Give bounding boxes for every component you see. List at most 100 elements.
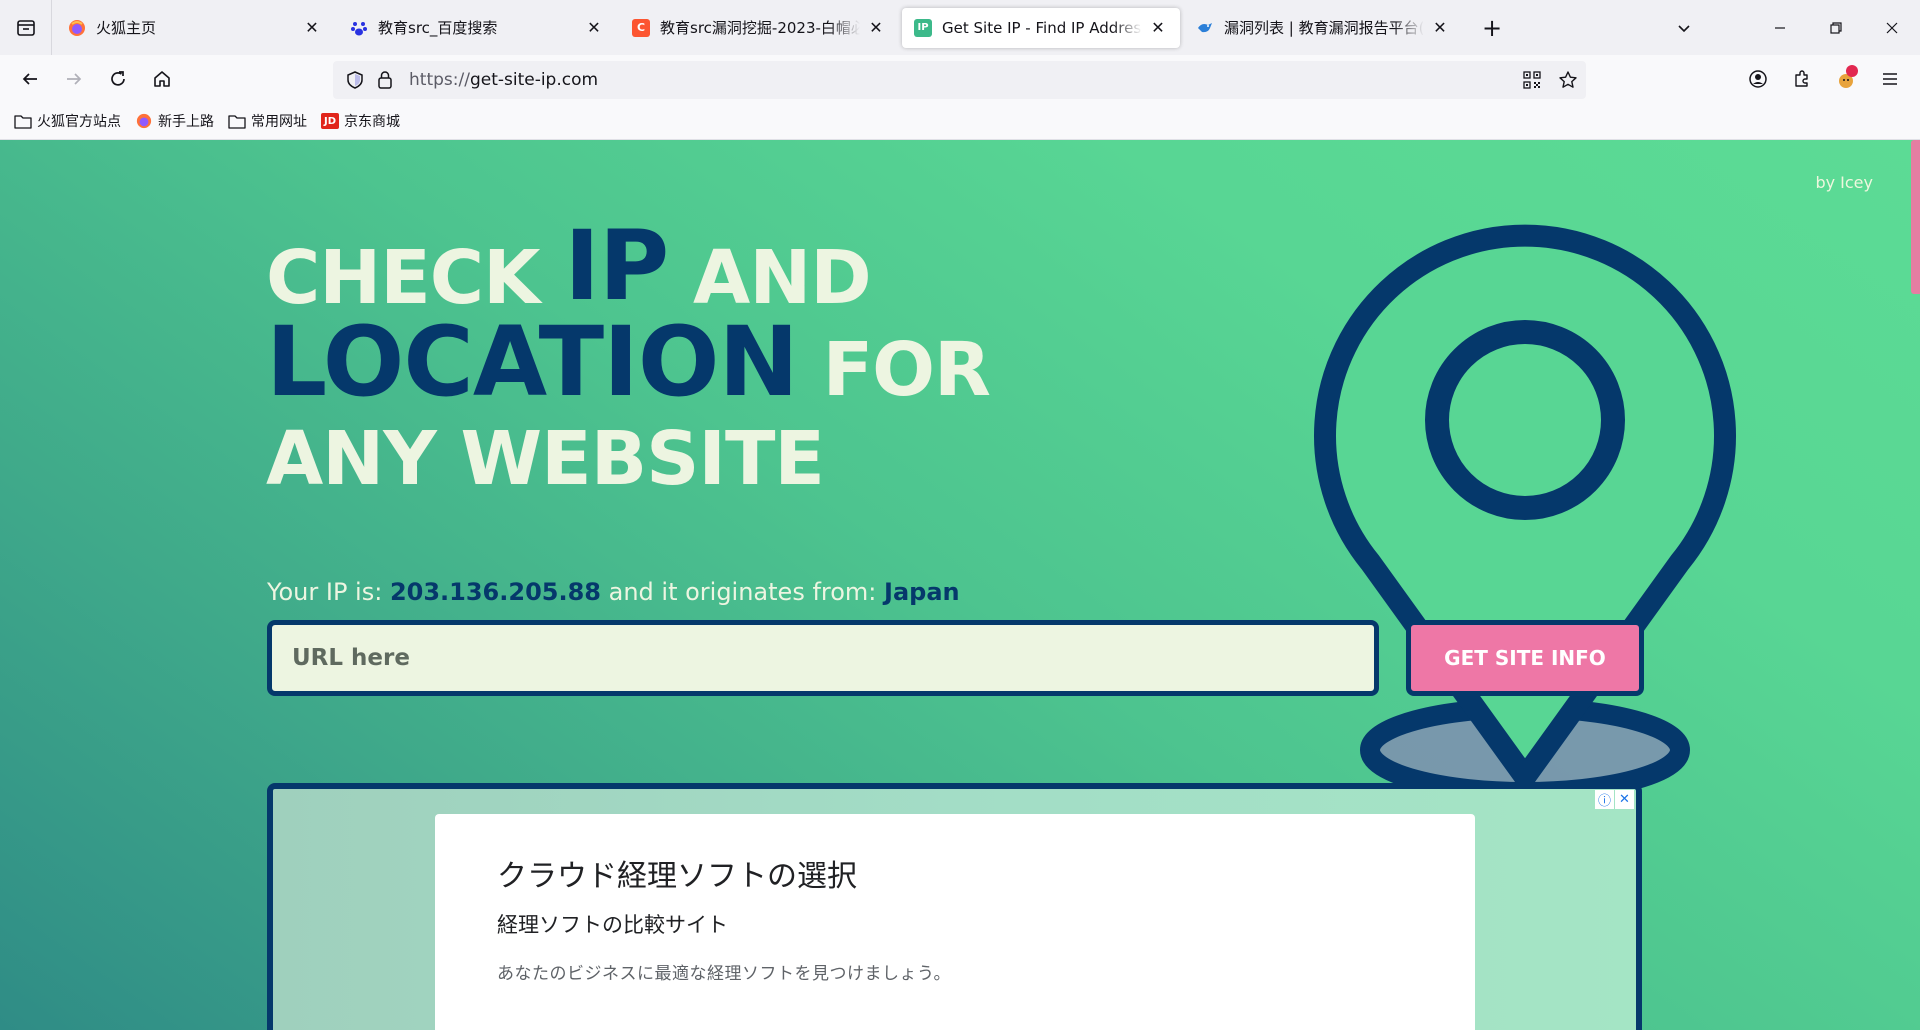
- url-host: get-site-ip.com: [469, 70, 599, 90]
- map-pin-icon: [1314, 224, 1736, 802]
- tab-get-site-ip[interactable]: IP Get Site IP - Find IP Address and Loc…: [902, 7, 1180, 48]
- bookmark-label: 京东商城: [344, 114, 400, 130]
- ip-icon: IP: [914, 18, 932, 37]
- tab-baidu-search[interactable]: 教育src_百度搜索 ✕: [338, 8, 616, 48]
- notification-badge: [1846, 65, 1858, 77]
- tab-title: Get Site IP - Find IP Address and Locati…: [942, 18, 1142, 37]
- hamburger-menu-icon: [1883, 73, 1897, 85]
- tab-title: 漏洞列表 | 教育漏洞报告平台(EDUSRC): [1224, 19, 1424, 37]
- account-icon: [1749, 70, 1767, 88]
- tab-close-icon[interactable]: ✕: [1430, 18, 1450, 37]
- page-content: by Icey CHECK IP AND LOCATION FOR ANY WE…: [0, 140, 1920, 1030]
- qr-code-icon: [1523, 71, 1541, 89]
- your-ip-label: Your IP is:: [267, 578, 390, 606]
- chevron-down-icon: [1678, 24, 1690, 32]
- close-icon: [1886, 22, 1898, 33]
- your-ip-line: Your IP is: 203.136.205.88 and it origin…: [267, 578, 960, 606]
- scrollbar-thumb[interactable]: [1911, 140, 1920, 294]
- ad-info-icon[interactable]: ⓘ: [1595, 790, 1614, 809]
- address-bar[interactable]: https://get-site-ip.com: [333, 61, 1586, 99]
- reload-button[interactable]: [96, 61, 140, 97]
- edusrc-icon: [1196, 19, 1214, 37]
- ad-description: あなたのビジネスに最適な経理ソフトを見つけましょう。: [497, 964, 951, 984]
- url-input[interactable]: [267, 620, 1379, 696]
- minimize-button[interactable]: [1752, 0, 1808, 55]
- qr-code-button[interactable]: [1514, 62, 1550, 98]
- headline-line-1: CHECK IP AND: [266, 210, 990, 315]
- restore-icon: [1830, 21, 1842, 34]
- shield-icon[interactable]: [343, 68, 367, 92]
- headline-for: FOR: [797, 327, 991, 413]
- tab-close-icon[interactable]: ✕: [866, 18, 886, 37]
- bookmark-label: 新手上路: [158, 114, 214, 130]
- list-all-tabs-button[interactable]: [1656, 0, 1712, 55]
- app-menu-button[interactable]: [1868, 59, 1912, 99]
- navigation-toolbar: https://get-site-ip.com: [0, 55, 1920, 103]
- tab-close-icon[interactable]: ✕: [1148, 18, 1168, 37]
- ip-value: 203.136.205.88: [389, 578, 601, 606]
- home-button[interactable]: [140, 61, 184, 97]
- tab-csdn-article[interactable]: C 教育src漏洞挖掘-2023-白帽必挖 ✕: [620, 8, 898, 48]
- ad-card[interactable]: クラウド経理ソフトの選択 経理ソフトの比較サイト あなたのビジネスに最適な経理ソ…: [435, 814, 1475, 1030]
- headline: CHECK IP AND LOCATION FOR ANY WEBSITE: [266, 210, 991, 522]
- ad-container: クラウド経理ソフトの選択 経理ソフトの比較サイト あなたのビジネスに最適な経理ソ…: [267, 783, 1642, 1030]
- bookmark-getting-started[interactable]: 新手上路: [135, 111, 214, 131]
- headline-location: LOCATION: [266, 306, 799, 418]
- country-value: Japan: [884, 578, 960, 606]
- minimize-icon: [1775, 26, 1785, 29]
- reload-icon: [111, 71, 125, 86]
- tab-edusrc[interactable]: 漏洞列表 | 教育漏洞报告平台(EDUSRC) ✕: [1184, 8, 1462, 48]
- arrow-right-icon: [67, 73, 82, 85]
- get-site-info-button[interactable]: GET SITE INFO: [1406, 620, 1644, 696]
- bookmark-star-button[interactable]: [1550, 62, 1586, 98]
- firefox-icon: [135, 113, 153, 129]
- ad-close-icon[interactable]: ✕: [1615, 790, 1634, 809]
- jd-icon: JD: [321, 113, 339, 129]
- back-button[interactable]: [8, 61, 52, 97]
- home-icon: [154, 71, 170, 87]
- firefox-icon: [68, 19, 86, 37]
- puzzle-icon: [1795, 70, 1808, 87]
- ad-title[interactable]: クラウド経理ソフトの選択: [497, 851, 1413, 895]
- tab-close-icon[interactable]: ✕: [302, 18, 322, 37]
- arrow-left-icon: [22, 73, 37, 85]
- firefox-view-icon: [16, 19, 35, 36]
- new-tab-button[interactable]: +: [1472, 8, 1512, 48]
- bookmarks-toolbar: 火狐官方站点 新手上路 常用网址 JD 京东商城: [0, 103, 1920, 140]
- originates-label: and it originates from:: [600, 578, 885, 606]
- lock-icon[interactable]: [375, 68, 395, 92]
- tab-strip: 火狐主页 ✕ 教育src_百度搜索 ✕ C 教育src漏洞挖掘-2023-白帽必…: [0, 0, 1920, 55]
- folder-icon: [228, 113, 246, 129]
- headline-line-3: ANY WEBSITE: [266, 416, 825, 502]
- tab-title: 火狐主页: [96, 19, 157, 37]
- bookmark-common-sites[interactable]: 常用网址: [228, 111, 307, 131]
- tab-close-icon[interactable]: ✕: [584, 18, 604, 37]
- restore-button[interactable]: [1808, 0, 1864, 55]
- headline-line-2: LOCATION FOR: [266, 314, 991, 418]
- author-credit: by Icey: [1815, 173, 1873, 192]
- url-scheme: https://: [409, 70, 470, 90]
- forward-button[interactable]: [52, 61, 96, 97]
- extension-button[interactable]: [1824, 59, 1868, 99]
- ad-subtitle: 経理ソフトの比較サイト: [497, 913, 728, 937]
- bookmark-label: 常用网址: [251, 114, 307, 130]
- account-button[interactable]: [1736, 59, 1780, 99]
- bookmark-label: 火狐官方站点: [37, 114, 121, 130]
- star-icon: [1559, 71, 1577, 88]
- url-text[interactable]: https://get-site-ip.com: [409, 70, 1514, 90]
- tab-title: 教育src_百度搜索: [378, 19, 498, 37]
- headline-ip: IP: [564, 210, 669, 322]
- firefox-view-button[interactable]: [0, 0, 52, 55]
- close-window-button[interactable]: [1864, 0, 1920, 55]
- plus-icon: +: [1481, 13, 1503, 42]
- baidu-icon: [350, 19, 368, 37]
- button-label: GET SITE INFO: [1444, 646, 1606, 670]
- bookmark-jd[interactable]: JD 京东商城: [321, 111, 400, 131]
- folder-icon: [14, 113, 32, 129]
- extensions-button[interactable]: [1780, 59, 1824, 99]
- bookmark-firefox-official[interactable]: 火狐官方站点: [14, 111, 121, 131]
- ad-choices: ⓘ ✕: [1594, 790, 1634, 809]
- tab-firefox-home[interactable]: 火狐主页 ✕: [56, 8, 334, 48]
- tab-title: 教育src漏洞挖掘-2023-白帽必挖: [660, 19, 860, 37]
- csdn-icon: C: [632, 18, 650, 37]
